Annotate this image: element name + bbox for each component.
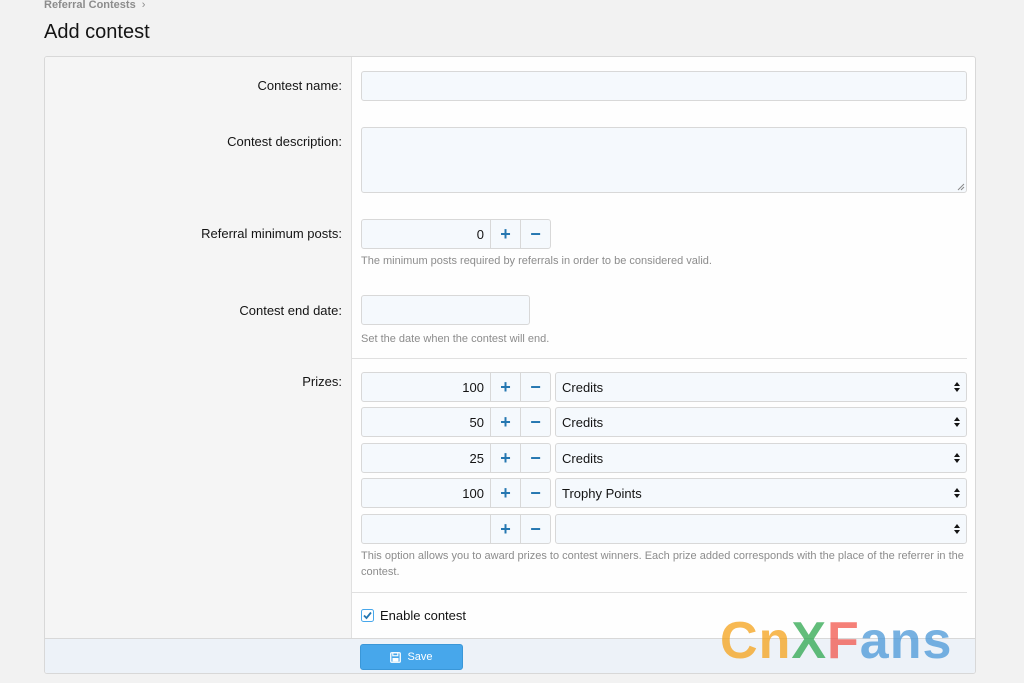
prize-2-plus-button[interactable]: + bbox=[490, 408, 520, 436]
prize-2-currency-select[interactable]: Credits bbox=[555, 407, 967, 437]
watermark-letter: n bbox=[889, 612, 923, 670]
select-arrows-icon bbox=[954, 524, 960, 534]
minus-icon: − bbox=[530, 412, 541, 432]
prize-4-amount-input[interactable] bbox=[362, 479, 490, 507]
min-posts-plus-button[interactable]: + bbox=[490, 220, 520, 248]
prize-2-minus-button[interactable]: − bbox=[520, 408, 550, 436]
watermark-logo: CnXFans bbox=[720, 615, 952, 667]
prize-2-amount-input[interactable] bbox=[362, 408, 490, 436]
plus-icon: + bbox=[500, 412, 511, 432]
select-arrows-icon bbox=[954, 453, 960, 463]
contest-description-label: Contest description: bbox=[227, 134, 342, 149]
textarea-resize-handle[interactable] bbox=[957, 183, 965, 191]
watermark-letter: n bbox=[758, 612, 792, 670]
minus-icon: − bbox=[530, 483, 541, 503]
prize-1-currency-value: Credits bbox=[562, 379, 604, 395]
prize-1-amount-input[interactable] bbox=[362, 373, 490, 401]
contest-name-label: Contest name: bbox=[257, 78, 342, 93]
prizes-label: Prizes: bbox=[302, 374, 342, 389]
watermark-letter: F bbox=[827, 612, 860, 670]
prize-1-plus-button[interactable]: + bbox=[490, 373, 520, 401]
prize-2-stepper: + − bbox=[361, 407, 551, 437]
prize-5-plus-button[interactable]: + bbox=[490, 515, 520, 543]
breadcrumb-separator: › bbox=[141, 0, 146, 11]
minus-icon: − bbox=[530, 519, 541, 539]
min-posts-stepper: + − bbox=[361, 219, 551, 249]
contest-description-textarea[interactable] bbox=[361, 127, 967, 193]
prize-4-stepper: + − bbox=[361, 478, 551, 508]
end-date-input[interactable] bbox=[362, 296, 529, 324]
save-button-label: Save bbox=[407, 651, 433, 663]
watermark-letter: X bbox=[791, 612, 828, 670]
select-arrows-icon bbox=[954, 382, 960, 392]
add-contest-form: Contest name: Contest description: Refer… bbox=[44, 56, 976, 674]
prize-4-minus-button[interactable]: − bbox=[520, 479, 550, 507]
prize-4-plus-button[interactable]: + bbox=[490, 479, 520, 507]
prize-4-currency-value: Trophy Points bbox=[562, 485, 642, 501]
min-posts-hint: The minimum posts required by referrals … bbox=[361, 255, 712, 267]
prize-5-minus-button[interactable]: − bbox=[520, 515, 550, 543]
watermark-letter: s bbox=[922, 612, 953, 670]
plus-icon: + bbox=[500, 224, 511, 244]
prize-3-plus-button[interactable]: + bbox=[490, 444, 520, 472]
contest-name-input[interactable] bbox=[361, 71, 967, 101]
prize-5-amount-input[interactable] bbox=[362, 515, 490, 543]
watermark-letter: C bbox=[720, 612, 759, 670]
save-button[interactable]: Save bbox=[360, 644, 463, 670]
end-date-hint: Set the date when the contest will end. bbox=[361, 333, 550, 345]
enable-contest-checkbox[interactable] bbox=[361, 609, 374, 622]
prize-1-currency-select[interactable]: Credits bbox=[555, 372, 967, 402]
min-posts-label: Referral minimum posts: bbox=[201, 226, 342, 241]
end-date-picker bbox=[361, 295, 530, 325]
min-posts-input[interactable] bbox=[362, 220, 490, 248]
plus-icon: + bbox=[500, 377, 511, 397]
prize-2-currency-value: Credits bbox=[562, 414, 604, 430]
breadcrumb-item-referral-contests[interactable]: Referral Contests bbox=[44, 0, 136, 11]
prize-3-amount-input[interactable] bbox=[362, 444, 490, 472]
select-arrows-icon bbox=[954, 488, 960, 498]
section-divider bbox=[352, 358, 967, 359]
prize-3-stepper: + − bbox=[361, 443, 551, 473]
watermark-letter: a bbox=[859, 612, 890, 670]
minus-icon: − bbox=[530, 377, 541, 397]
min-posts-minus-button[interactable]: − bbox=[520, 220, 550, 248]
section-divider bbox=[352, 592, 967, 593]
minus-icon: − bbox=[530, 448, 541, 468]
enable-contest-option[interactable]: Enable contest bbox=[361, 608, 466, 623]
page-title: Add contest bbox=[44, 21, 150, 43]
plus-icon: + bbox=[500, 519, 511, 539]
prize-1-stepper: + − bbox=[361, 372, 551, 402]
prize-3-currency-select[interactable]: Credits bbox=[555, 443, 967, 473]
prize-5-stepper: + − bbox=[361, 514, 551, 544]
save-icon bbox=[390, 651, 402, 663]
prize-3-minus-button[interactable]: − bbox=[520, 444, 550, 472]
select-arrows-icon bbox=[954, 417, 960, 427]
prize-4-currency-select[interactable]: Trophy Points bbox=[555, 478, 967, 508]
breadcrumb: Referral Contests › bbox=[44, 0, 145, 11]
prize-3-currency-value: Credits bbox=[562, 450, 604, 466]
enable-contest-label: Enable contest bbox=[380, 608, 467, 623]
minus-icon: − bbox=[530, 224, 541, 244]
prize-1-minus-button[interactable]: − bbox=[520, 373, 550, 401]
prizes-hint: This option allows you to award prizes t… bbox=[361, 550, 964, 578]
end-date-label: Contest end date: bbox=[239, 303, 342, 318]
prize-5-currency-select[interactable] bbox=[555, 514, 967, 544]
plus-icon: + bbox=[500, 483, 511, 503]
plus-icon: + bbox=[500, 448, 511, 468]
